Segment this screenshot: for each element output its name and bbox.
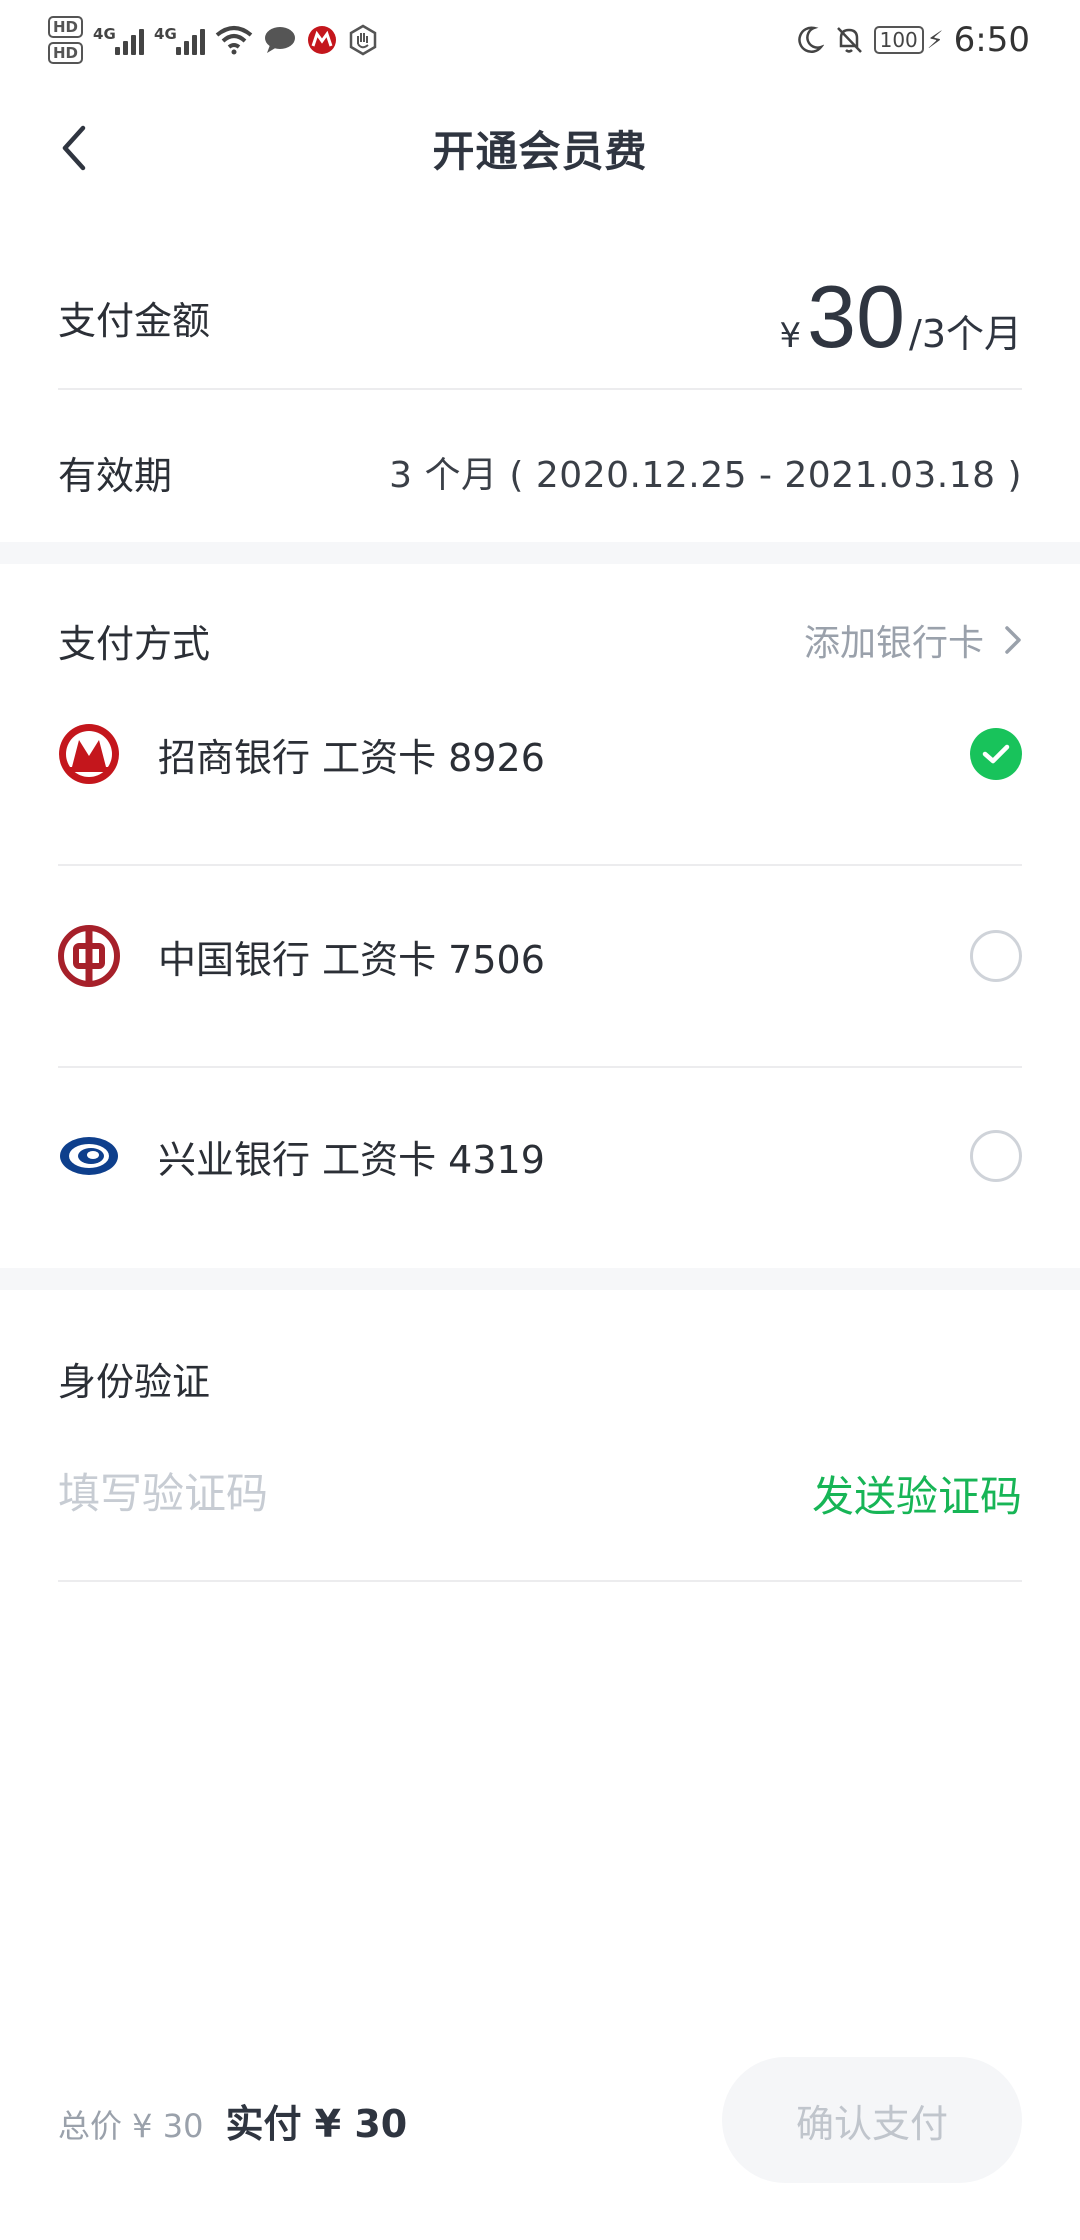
page-header: 开通会员费 — [0, 100, 1080, 196]
boc-logo-icon — [58, 925, 120, 987]
radio-unselected[interactable] — [970, 1130, 1022, 1182]
cmb-logo-icon — [59, 724, 119, 784]
verification-label: 身份验证 — [58, 1359, 211, 1404]
payment-amount-row: 支付金额 ¥ 30 /3个月 — [58, 262, 1022, 372]
payment-method-header: 支付方式 添加银行卡 — [58, 600, 1022, 680]
bank-card-option-boc[interactable]: 中国银行 工资卡 7506 — [58, 916, 1022, 996]
back-button[interactable] — [48, 122, 100, 174]
chevron-right-icon — [1005, 626, 1021, 654]
page-title: 开通会员费 — [432, 126, 648, 176]
signal-icon-2: 4G — [154, 25, 206, 55]
bank-card-name: 中国银行 工资卡 7506 — [158, 937, 545, 982]
add-bank-card-link[interactable]: 添加银行卡 — [804, 614, 1022, 666]
status-bar: HD HD 4G 4G 100 ⚡ 6:50 — [0, 0, 1080, 80]
validity-label: 有效期 — [58, 453, 173, 498]
sim2-label: 4G — [154, 25, 177, 43]
status-bar-left: HD HD 4G 4G — [48, 16, 379, 64]
validity-value: 3 个月 ( 2020.12.25 - 2021.03.18 ) — [389, 455, 1022, 496]
divider — [58, 1580, 1022, 1582]
amount-value: 30 — [807, 267, 906, 366]
hd-badge-2: HD — [48, 42, 84, 64]
verification-code-input[interactable] — [58, 1468, 558, 1518]
cmb-app-icon — [308, 26, 337, 54]
validity-row: 有效期 3 个月 ( 2020.12.25 - 2021.03.18 ) — [58, 432, 1022, 512]
bank-card-name: 兴业银行 工资卡 4319 — [158, 1137, 545, 1182]
send-code-button[interactable]: 发送验证码 — [812, 1463, 1022, 1524]
verification-header: 身份验证 — [58, 1338, 1022, 1418]
amount-currency: ¥ — [779, 316, 802, 356]
amount-unit: /3个月 — [909, 312, 1022, 356]
chat-icon — [265, 27, 296, 53]
divider — [58, 388, 1022, 390]
bell-off-icon — [836, 27, 862, 53]
confirm-payment-button[interactable]: 确认支付 — [722, 2057, 1022, 2183]
check-icon — [982, 744, 1010, 764]
wifi-icon — [215, 26, 253, 55]
add-bank-card-label: 添加银行卡 — [803, 623, 984, 664]
divider — [58, 864, 1022, 866]
section-separator — [0, 542, 1080, 564]
payment-footer: 总价 ¥ 30 实付 ¥ 30 确认支付 — [58, 2056, 1022, 2184]
payment-method-label: 支付方式 — [58, 621, 211, 666]
charging-icon: ⚡ — [926, 26, 944, 54]
status-bar-right: 100 ⚡ 6:50 — [794, 20, 1030, 60]
paid-amount: 实付 ¥ 30 — [225, 2101, 408, 2146]
moon-icon — [797, 26, 824, 53]
divider — [58, 1066, 1022, 1068]
hand-icon — [349, 24, 377, 56]
hd-icon: HD HD — [48, 16, 84, 64]
radio-selected[interactable] — [970, 728, 1022, 780]
battery-icon: 100 ⚡ — [873, 26, 944, 54]
total-price: 总价 ¥ 30 — [58, 2106, 204, 2145]
payment-amount-label: 支付金额 — [58, 298, 211, 343]
radio-unselected[interactable] — [970, 930, 1022, 982]
cib-logo-icon — [60, 1137, 118, 1175]
hd-badge-1: HD — [48, 16, 84, 38]
payment-amount: ¥ 30 /3个月 — [779, 273, 1022, 361]
chevron-left-icon — [62, 125, 86, 171]
bank-card-option-cib[interactable]: 兴业银行 工资卡 4319 — [58, 1116, 1022, 1196]
sim1-label: 4G — [93, 25, 116, 43]
bank-card-name: 招商银行 工资卡 8926 — [158, 735, 545, 780]
bank-card-option-cmb[interactable]: 招商银行 工资卡 8926 — [58, 714, 1022, 794]
totals: 总价 ¥ 30 实付 ¥ 30 — [58, 2093, 407, 2148]
battery-level: 100 — [873, 26, 924, 54]
signal-icon: 4G — [93, 25, 145, 55]
status-time: 6:50 — [953, 20, 1030, 60]
verification-row: 发送验证码 — [58, 1448, 1022, 1538]
section-separator — [0, 1268, 1080, 1290]
